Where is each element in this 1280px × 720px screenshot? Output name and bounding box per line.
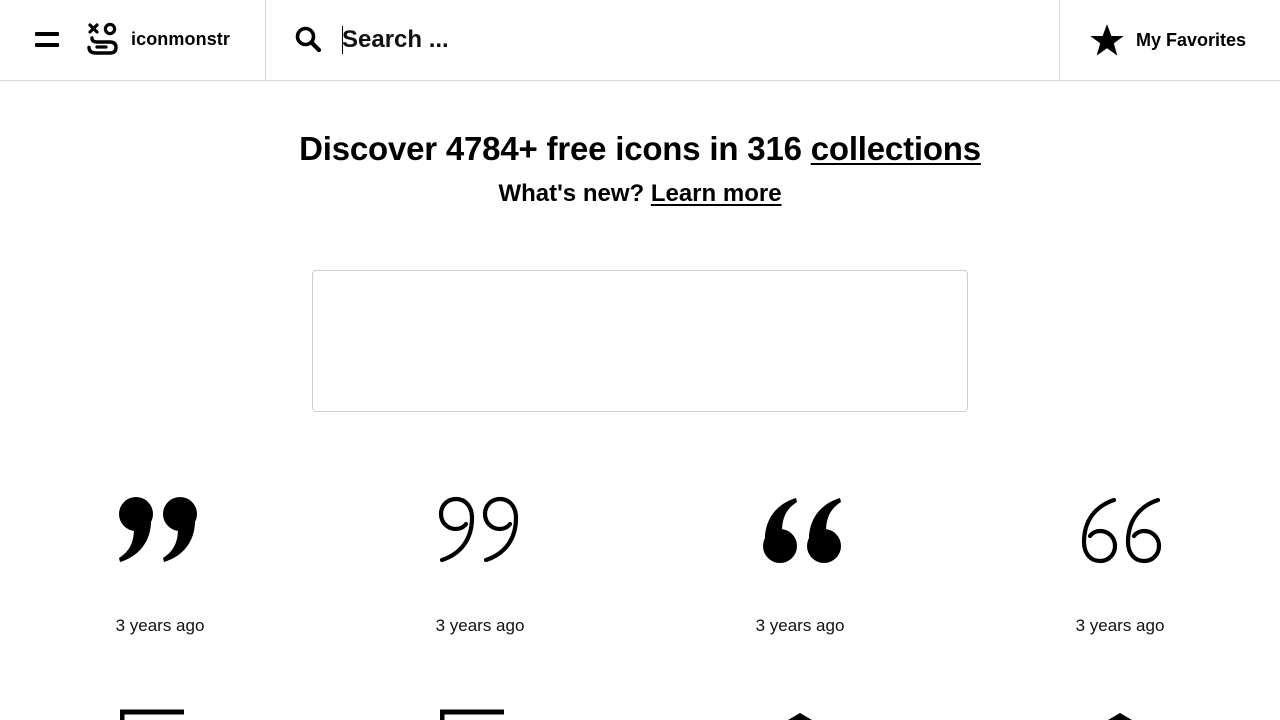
pointed-top-icon[interactable] [780,710,820,720]
text-caret [342,26,343,54]
iconmonstr-logo-icon [87,22,118,55]
my-favorites-button[interactable]: My Favorites [1060,0,1280,80]
favorites-label: My Favorites [1136,29,1247,50]
search-input[interactable] [342,20,1022,60]
learn-more-link[interactable]: Learn more [651,180,782,207]
page-title: Discover 4784+ free icons in 316 collect… [0,130,1280,168]
search-icon[interactable] [294,25,322,53]
frame-corner-outline-icon[interactable] [440,708,510,720]
quote-right-filled-icon [119,497,197,562]
whats-new-text: What's new? [498,180,651,207]
frame-corner-icon[interactable] [120,708,190,720]
pointed-top-outline-icon[interactable] [1100,710,1140,720]
whats-new-line: What's new? Learn more [0,180,1280,208]
title-text: Discover 4784+ free icons in 316 [299,130,811,167]
logo-text: iconmonstr [131,28,231,49]
top-header: iconmonstr My Favorites [0,0,1280,81]
search-area [266,0,1060,80]
logo-link[interactable]: iconmonstr [86,22,230,56]
ad-placeholder [312,270,968,412]
icon-card[interactable]: 3 years ago [720,496,880,636]
collections-link[interactable]: collections [811,130,981,167]
brand-area: iconmonstr [0,0,266,80]
icon-date: 3 years ago [755,616,845,635]
icon-date: 3 years ago [435,616,525,635]
star-icon [1090,24,1124,56]
icon-card[interactable]: 3 years ago [1040,496,1200,636]
quote-left-filled-icon [763,498,841,563]
quote-right-outline-icon [438,496,519,563]
menu-icon[interactable] [35,30,59,50]
icon-date: 3 years ago [1075,616,1165,635]
icon-date: 3 years ago [115,616,205,635]
icon-card[interactable]: 3 years ago [80,496,240,636]
quote-left-outline-icon [1081,497,1162,564]
icon-card[interactable]: 3 years ago [400,496,560,636]
